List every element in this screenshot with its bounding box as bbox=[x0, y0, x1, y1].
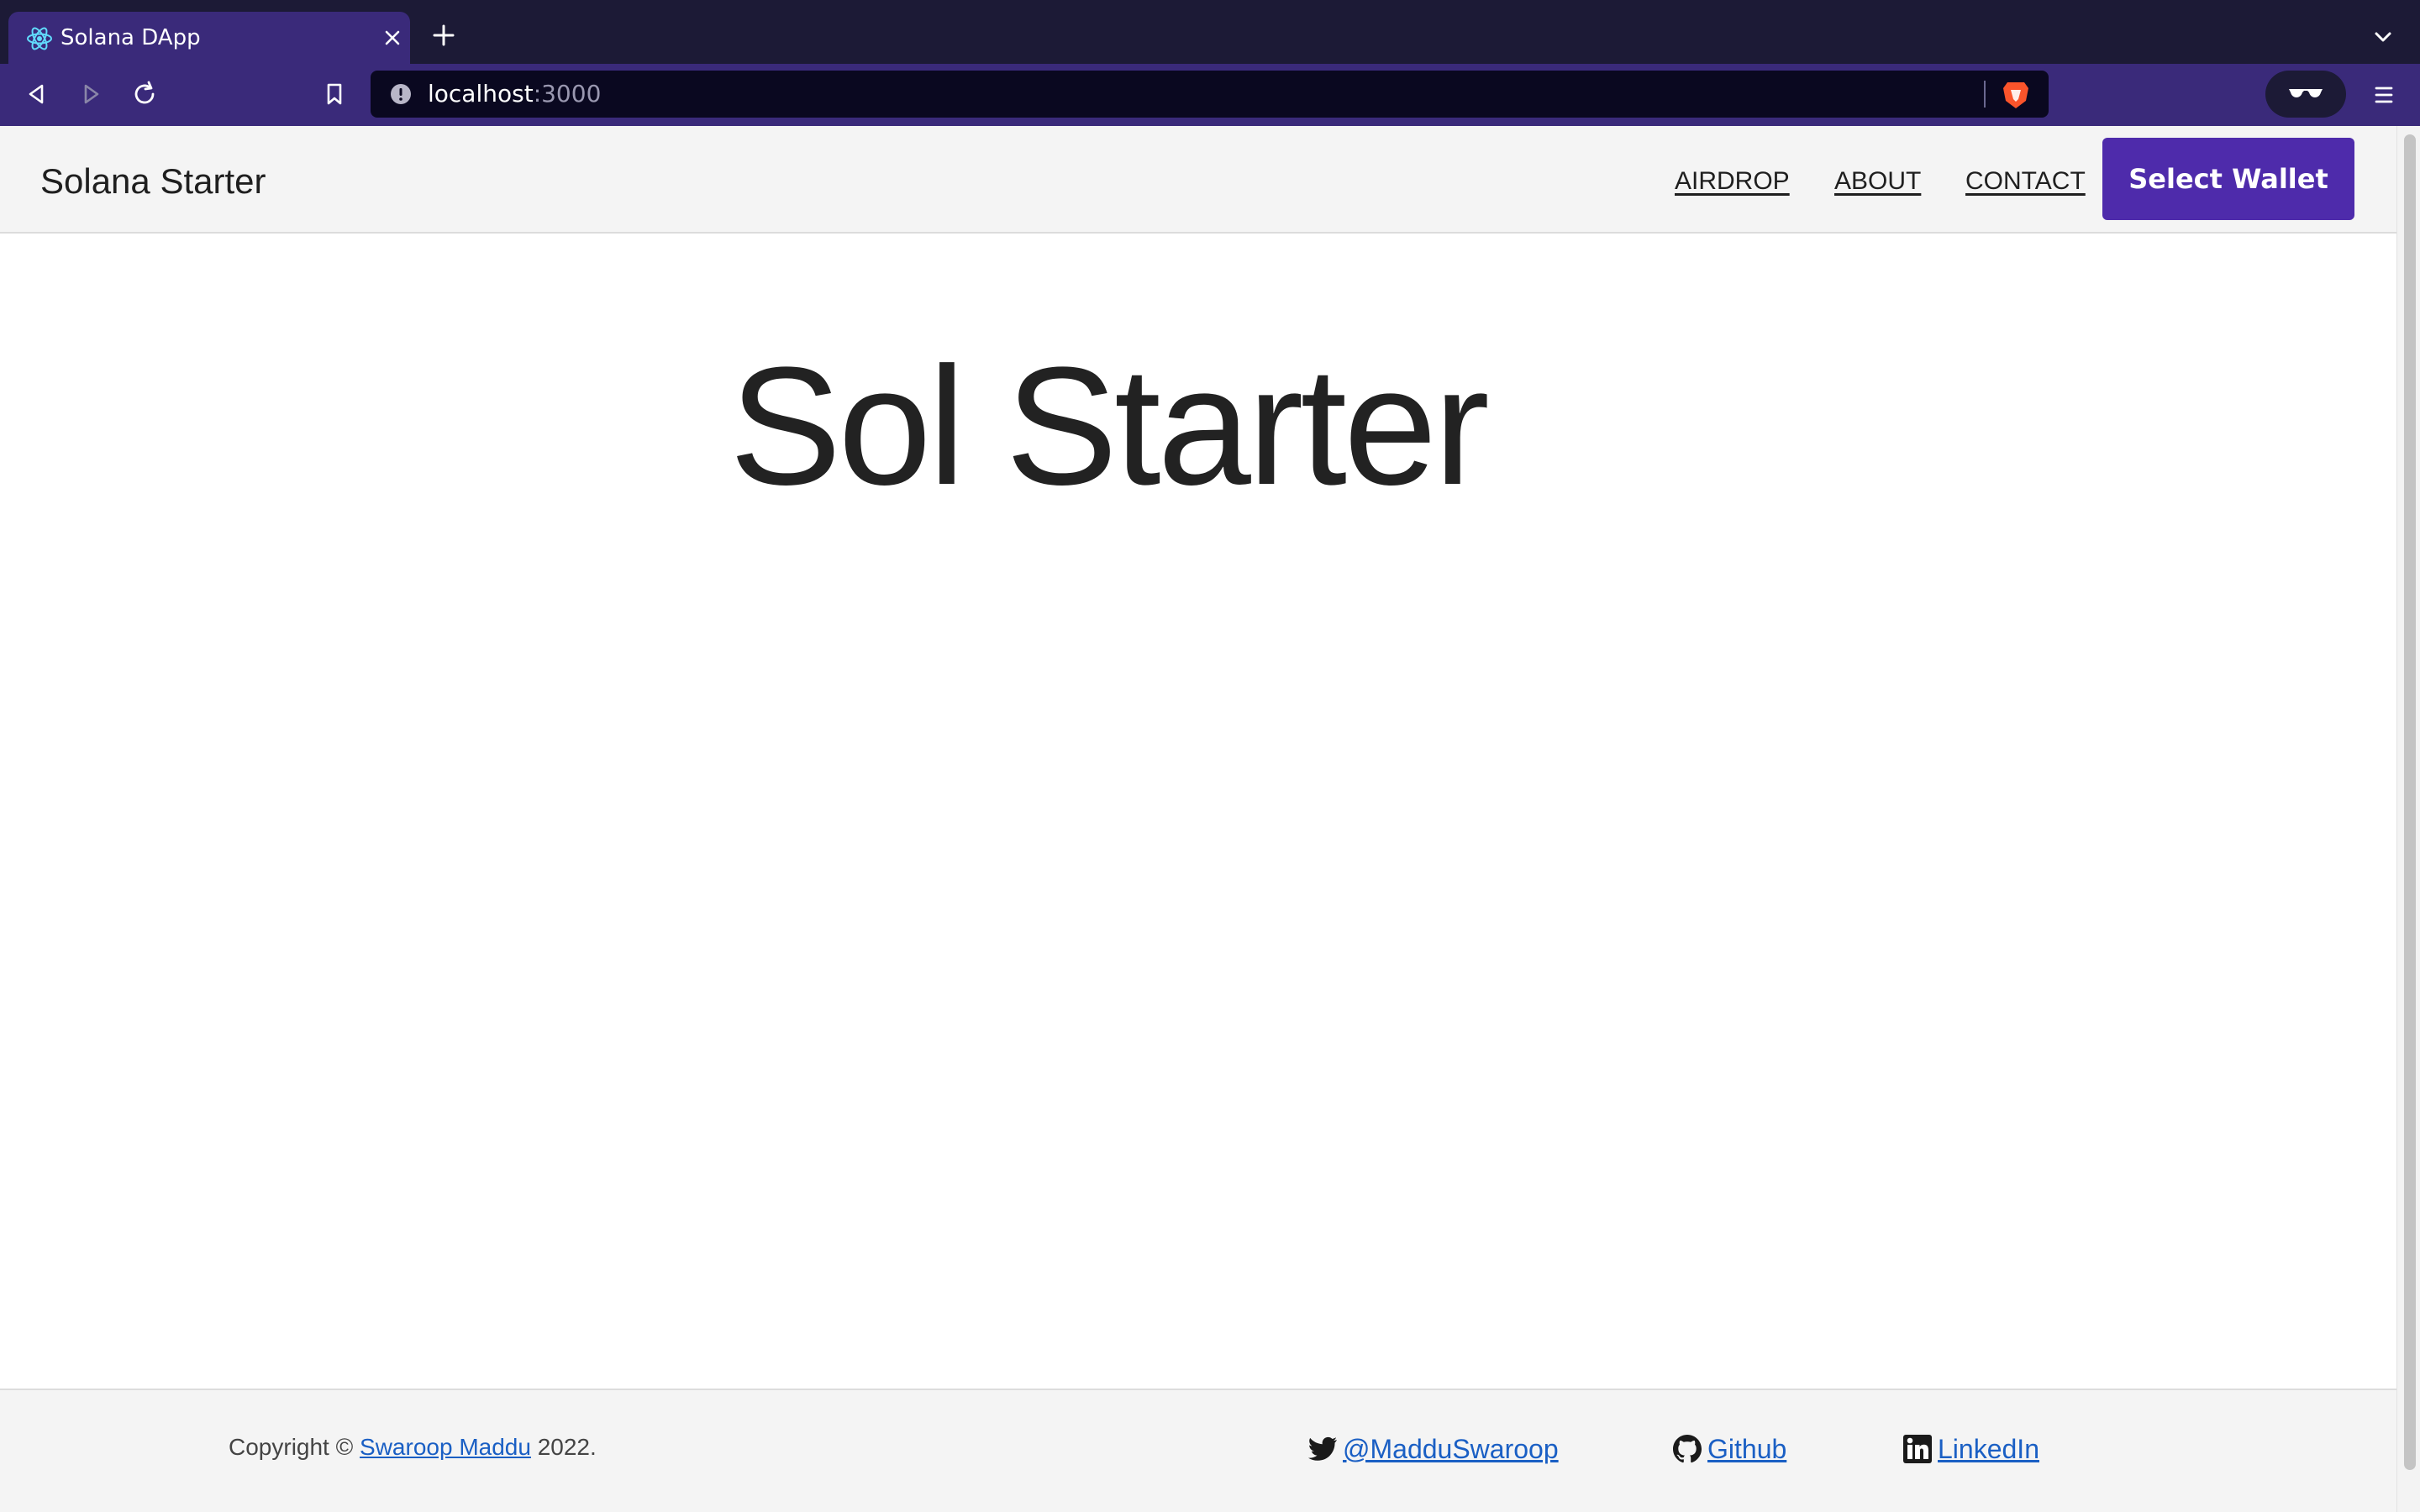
react-icon bbox=[27, 27, 52, 50]
address-divider bbox=[1984, 81, 1986, 108]
address-host: localhost bbox=[428, 80, 534, 108]
nav-link-contact[interactable]: CONTACT bbox=[1965, 165, 2086, 198]
select-wallet-button[interactable]: Select Wallet bbox=[2102, 138, 2354, 220]
nav-link-airdrop[interactable]: AIRDROP bbox=[1675, 165, 1790, 198]
linkedin-icon bbox=[1903, 1435, 1932, 1463]
bookmark-icon[interactable] bbox=[318, 77, 351, 111]
extension-button[interactable] bbox=[2265, 71, 2346, 118]
page-scrollbar[interactable] bbox=[2396, 126, 2420, 1512]
plus-icon[interactable] bbox=[430, 22, 457, 49]
github-link[interactable]: Github bbox=[1707, 1432, 1786, 1466]
twitter-link[interactable]: @MadduSwaroop bbox=[1343, 1432, 1559, 1466]
address-bar[interactable]: localhost:3000 bbox=[371, 71, 2049, 118]
site-footer: Copyright © Swaroop Maddu 2022. @MadduSw… bbox=[0, 1389, 2396, 1512]
web-page: Solana Starter AIRDROP ABOUT CONTACT Sel… bbox=[0, 126, 2396, 1512]
chevron-down-icon[interactable] bbox=[2371, 25, 2395, 49]
twitter-link-group[interactable]: @MadduSwaroop bbox=[1306, 1432, 1559, 1466]
reload-icon[interactable] bbox=[128, 77, 161, 111]
glasses-icon bbox=[2289, 89, 2323, 97]
page-title: Sol Starter bbox=[729, 333, 1490, 520]
scrollbar-thumb[interactable] bbox=[2404, 134, 2416, 1470]
linkedin-link[interactable]: LinkedIn bbox=[1938, 1432, 2039, 1466]
site-header: Solana Starter AIRDROP ABOUT CONTACT Sel… bbox=[0, 126, 2396, 234]
browser-tab-bar: Solana DApp bbox=[0, 0, 2420, 64]
copyright-year: 2022. bbox=[537, 1434, 597, 1460]
copyright-text: Copyright © Swaroop Maddu 2022. bbox=[229, 1432, 597, 1462]
github-link-group[interactable]: Github bbox=[1670, 1432, 1786, 1466]
address-port: :3000 bbox=[533, 80, 602, 108]
linkedin-link-group[interactable]: LinkedIn bbox=[1901, 1432, 2039, 1466]
browser-tab[interactable]: Solana DApp bbox=[8, 12, 410, 64]
close-icon[interactable] bbox=[378, 24, 407, 52]
site-info-icon[interactable] bbox=[389, 82, 413, 106]
address-url: localhost:3000 bbox=[428, 81, 601, 108]
browser-toolbar: localhost:3000 bbox=[0, 64, 2420, 126]
back-icon[interactable] bbox=[20, 77, 54, 111]
author-link[interactable]: Swaroop Maddu bbox=[360, 1434, 531, 1460]
brave-shield-icon[interactable] bbox=[2001, 79, 2031, 111]
nav-link-about[interactable]: ABOUT bbox=[1834, 165, 1921, 198]
github-icon bbox=[1673, 1435, 1702, 1463]
forward-icon[interactable] bbox=[74, 77, 108, 111]
tab-title: Solana DApp bbox=[60, 25, 201, 50]
twitter-icon bbox=[1308, 1436, 1337, 1461]
site-brand[interactable]: Solana Starter bbox=[40, 160, 266, 203]
menu-icon[interactable] bbox=[2370, 81, 2398, 109]
copyright-prefix: Copyright © bbox=[229, 1434, 354, 1460]
